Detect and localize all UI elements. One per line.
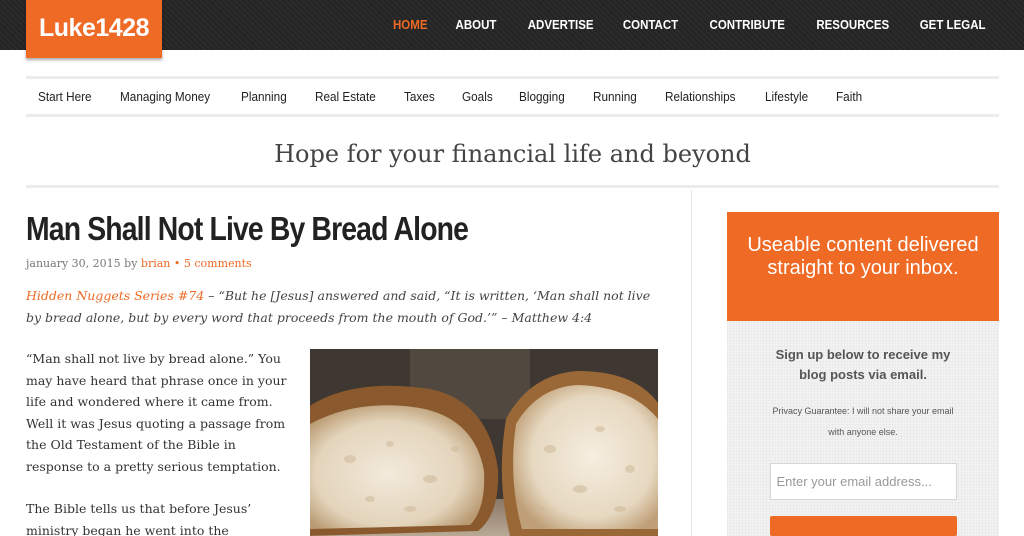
series-link[interactable]: Hidden Nuggets Series #74 [26, 288, 204, 303]
category-faith[interactable]: Faith [836, 90, 862, 104]
post-paragraph: The Bible tells us that before Jesus’ mi… [26, 501, 252, 536]
post-date: january 30, 2015 [26, 257, 121, 270]
privacy-guarantee: Privacy Guarantee: I will not share your… [772, 406, 954, 437]
series-dash: – [204, 288, 219, 303]
post-by: by [124, 257, 138, 270]
category-lifestyle[interactable]: Lifestyle [765, 90, 808, 104]
nav-resources[interactable]: RESOURCES [817, 18, 890, 32]
nav-contact[interactable]: CONTACT [623, 18, 678, 32]
nav-about[interactable]: ABOUT [456, 18, 497, 32]
nav-get-legal[interactable]: GET LEGAL [920, 18, 986, 32]
email-optin-widget: Useable content delivered straight to yo… [727, 212, 999, 536]
post-comments-link[interactable]: 5 comments [184, 257, 252, 270]
category-nav: Start Here Managing Money Planning Real … [26, 76, 999, 117]
category-running[interactable]: Running [593, 90, 637, 104]
category-start-here[interactable]: Start Here [38, 90, 92, 104]
nav-advertise[interactable]: ADVERTISE [527, 18, 593, 32]
post-body: “Man shall not live by bread alone.” You… [26, 348, 294, 536]
optin-subhead: Sign up below to receive my blog posts v… [775, 347, 951, 382]
site-logo[interactable]: Luke1428 [26, 0, 162, 58]
category-goals[interactable]: Goals [462, 90, 493, 104]
nav-home[interactable]: HOME [393, 18, 428, 32]
content-divider [691, 190, 692, 536]
post-title[interactable]: Man Shall Not Live By Bread Alone [26, 210, 576, 248]
category-blogging[interactable]: Blogging [519, 90, 565, 104]
email-input[interactable] [769, 463, 957, 500]
post-meta: january 30, 2015 by brian • 5 comments [26, 257, 252, 270]
category-planning[interactable]: Planning [241, 90, 287, 104]
post-paragraph: “Man shall not live by bread alone.” You… [26, 351, 287, 474]
category-real-estate[interactable]: Real Estate [315, 90, 376, 104]
nav-contribute[interactable]: CONTRIBUTE [710, 18, 785, 32]
post-intro-quote: Hidden Nuggets Series #74 – “But he [Jes… [26, 285, 666, 329]
post-author-link[interactable]: brian [141, 257, 170, 270]
bread-photo [310, 349, 658, 536]
category-taxes[interactable]: Taxes [404, 90, 435, 104]
optin-headline: Useable content delivered straight to yo… [727, 212, 999, 321]
meta-separator: • [173, 257, 181, 270]
site-tagline: Hope for your financial life and beyond [26, 130, 999, 188]
top-bar: Luke1428 HOME ABOUT ADVERTISE CONTACT CO… [0, 0, 1024, 58]
category-managing-money[interactable]: Managing Money [120, 90, 210, 104]
main-nav: HOME ABOUT ADVERTISE CONTACT CONTRIBUTE … [365, 0, 986, 50]
subscribe-button[interactable] [769, 516, 957, 536]
category-relationships[interactable]: Relationships [665, 90, 736, 104]
optin-body: Sign up below to receive my blog posts v… [727, 321, 999, 536]
